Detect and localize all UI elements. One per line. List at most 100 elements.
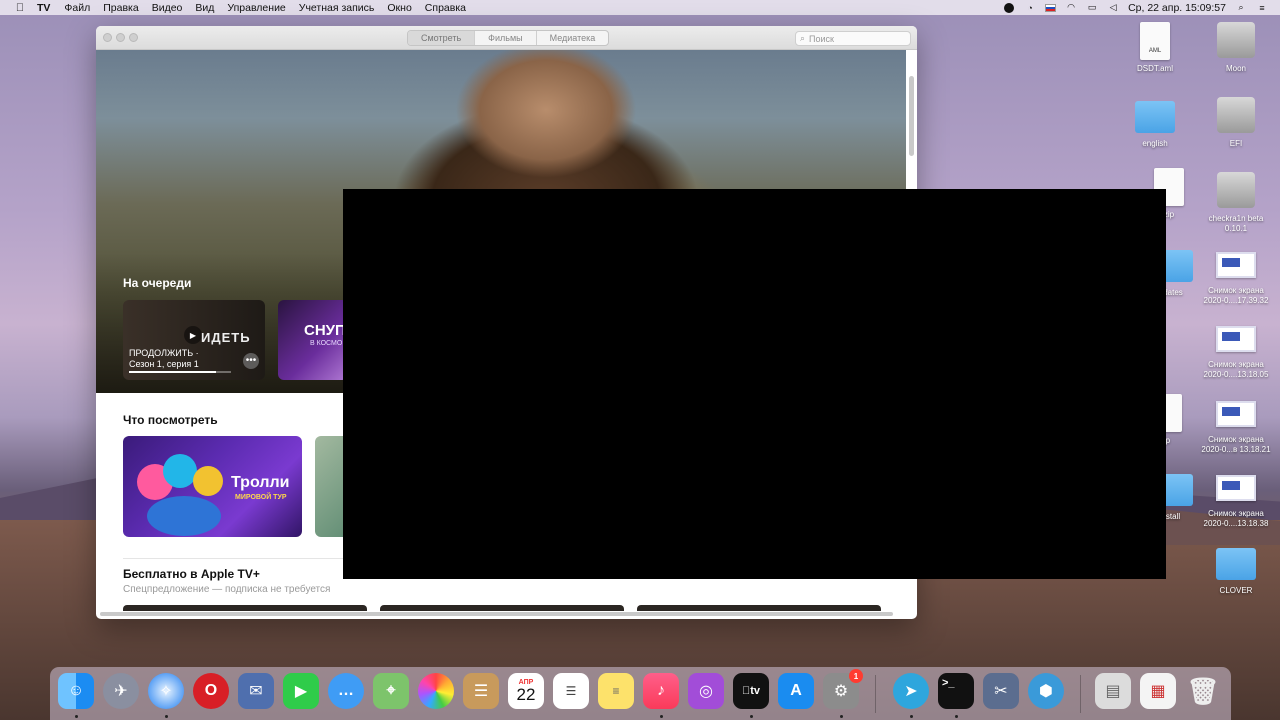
watch-progress-bar: [129, 371, 231, 373]
music-icon[interactable]: ♪: [643, 673, 679, 709]
app-store-icon[interactable]: A: [778, 673, 814, 709]
screenshots-stack-icon[interactable]: ▦: [1140, 673, 1176, 709]
menu-account[interactable]: Учетная запись: [299, 2, 375, 14]
notification-center-icon[interactable]: ≡: [1256, 3, 1268, 13]
up-next-card-2[interactable]: СНУП В КОСМО: [278, 300, 348, 380]
downloads-stack-icon[interactable]: ▤: [1095, 673, 1131, 709]
tab-library[interactable]: Медиатека: [537, 31, 609, 45]
contacts-icon[interactable]: ☰: [463, 673, 499, 709]
desktop-icon-moon[interactable]: Moon: [1199, 20, 1273, 74]
troll-character-art: [193, 466, 223, 496]
search-placeholder: Поиск: [809, 33, 834, 44]
free-card-2[interactable]: [380, 605, 624, 611]
notes-icon[interactable]: ≡: [598, 673, 634, 709]
horizontal-scrollbar[interactable]: [100, 612, 893, 616]
installer-icon[interactable]: ⬢: [1028, 673, 1064, 709]
desktop-icon-clover[interactable]: CLOVER: [1199, 543, 1273, 596]
dock-separator: [875, 675, 876, 713]
podcasts-icon[interactable]: ◎: [688, 673, 724, 709]
card2-title-art: СНУП: [304, 322, 346, 339]
globe-art: [147, 496, 221, 536]
calendar-icon[interactable]: АПР 22: [508, 673, 544, 709]
search-field[interactable]: ⌕ Поиск: [795, 31, 911, 46]
screenshot-thumbnail-icon: [1216, 326, 1256, 352]
terminal-icon[interactable]: >_: [938, 673, 974, 709]
menu-clock[interactable]: Ср, 22 апр. 15:09:57: [1128, 2, 1226, 14]
desktop-icon-screenshot-3[interactable]: Снимок экрана 2020-0...в 13.18.21: [1199, 393, 1273, 455]
menu-file[interactable]: Файл: [64, 2, 90, 14]
search-icon: ⌕: [800, 33, 806, 43]
trash-icon[interactable]: 🗑: [1185, 673, 1221, 709]
free-card-3[interactable]: [637, 605, 881, 611]
wifi-icon[interactable]: ◠: [1065, 2, 1077, 13]
dock: ☺ ✈ ✧ O ✉ ▶ … ⌖ ☰ АПР 22 ☰ ≡ ♪ ◎ tv A ⚙…: [50, 667, 1231, 720]
desktop-icon-dsdt[interactable]: AML DSDT.aml: [1118, 22, 1192, 74]
play-icon[interactable]: ▶: [184, 326, 202, 344]
tab-bar: Смотреть Фильмы Медиатека: [407, 30, 610, 46]
volume-icon[interactable]: ◁: [1107, 2, 1119, 13]
telegram-icon[interactable]: ➤: [893, 673, 929, 709]
launchpad-icon[interactable]: ✈: [103, 673, 139, 709]
dock-separator: [1080, 675, 1081, 713]
desktop-icon-efi[interactable]: EFI: [1199, 95, 1273, 149]
menu-controls[interactable]: Управление: [227, 2, 285, 14]
facetime-icon[interactable]: ▶: [283, 673, 319, 709]
folder-icon: [1135, 101, 1175, 133]
watch-progress-fill: [129, 371, 216, 373]
minimize-window-button[interactable]: [116, 33, 125, 42]
input-source-flag-icon[interactable]: [1045, 3, 1057, 12]
telegram-tray-icon[interactable]: [1003, 2, 1015, 13]
desktop-icon-english[interactable]: english: [1118, 96, 1192, 149]
menu-view[interactable]: Вид: [195, 2, 214, 14]
trolls-card[interactable]: Тролли МИРОВОЙ ТУР: [123, 436, 302, 537]
hard-disk-icon: [1217, 97, 1255, 133]
close-window-button[interactable]: [103, 33, 112, 42]
messages-icon[interactable]: …: [328, 673, 364, 709]
apple-tv-icon[interactable]: tv: [733, 673, 769, 709]
vertical-scrollbar[interactable]: [909, 76, 914, 156]
screenshot-thumbnail-icon: [1216, 401, 1256, 427]
desktop-icon-screenshot-4[interactable]: Снимок экрана 2020-0....13.18.38: [1199, 467, 1273, 529]
mail-stamp-icon[interactable]: ✉: [238, 673, 274, 709]
utilities-tools-icon[interactable]: ✂: [983, 673, 1019, 709]
tab-watch[interactable]: Смотреть: [408, 31, 476, 45]
menu-window[interactable]: Окно: [387, 2, 411, 14]
photos-icon[interactable]: [418, 673, 454, 709]
zoom-window-button[interactable]: [129, 33, 138, 42]
card-continue-label: ПРОДОЛЖИТЬ · Сезон 1, серия 1: [129, 348, 199, 370]
disk-image-icon: [1217, 172, 1255, 208]
free-apple-tv-subtitle: Спецпредложение — подписка не требуется: [123, 584, 331, 595]
tab-movies[interactable]: Фильмы: [475, 31, 537, 45]
trolls-subtitle-art: МИРОВОЙ ТУР: [235, 494, 287, 501]
screenshot-thumbnail-icon: [1216, 252, 1256, 278]
menu-edit[interactable]: Правка: [103, 2, 138, 14]
desktop-icon-checkra1n[interactable]: checkra1n beta 0.10.1: [1199, 170, 1273, 234]
free-card-1[interactable]: [123, 605, 367, 611]
finder-icon[interactable]: ☺: [58, 673, 94, 709]
card2-subtitle-art: В КОСМО: [310, 340, 343, 347]
black-overlay-window[interactable]: [343, 189, 1166, 579]
system-preferences-icon[interactable]: ⚙ 1: [823, 669, 863, 709]
opera-icon[interactable]: O: [193, 673, 229, 709]
gauge-tray-icon[interactable]: ◔: [1024, 3, 1036, 13]
desktop-icon-screenshot-2[interactable]: Снимок экрана 2020-0....13.18.05: [1199, 318, 1273, 380]
more-options-button[interactable]: •••: [243, 353, 259, 369]
continue-text: ПРОДОЛЖИТЬ ·: [129, 348, 199, 358]
spotlight-icon[interactable]: ⌕: [1235, 2, 1247, 13]
what-to-watch-heading: Что посмотреть: [123, 413, 218, 427]
desktop-icon-screenshot-1[interactable]: Снимок экрана 2020-0....17.39.32: [1199, 244, 1273, 306]
hard-disk-icon: [1217, 22, 1255, 58]
notification-badge: 1: [849, 669, 863, 683]
airplay-icon[interactable]: ▭: [1086, 2, 1098, 13]
reminders-icon[interactable]: ☰: [553, 673, 589, 709]
maps-icon[interactable]: ⌖: [373, 673, 409, 709]
episode-text: Сезон 1, серия 1: [129, 359, 199, 369]
status-tray: ◔ ◠ ▭ ◁ Ср, 22 апр. 15:09:57 ⌕ ≡: [1003, 2, 1268, 14]
safari-icon[interactable]: ✧: [148, 673, 184, 709]
app-menu[interactable]: TV: [37, 2, 50, 14]
up-next-card[interactable]: ▶ ИДЕТЬ ПРОДОЛЖИТЬ · Сезон 1, серия 1 ••…: [123, 300, 265, 380]
apple-menu-icon[interactable]: : [13, 2, 27, 14]
menu-help[interactable]: Справка: [425, 2, 466, 14]
card-title-art: ИДЕТЬ: [201, 330, 251, 345]
menu-video[interactable]: Видео: [152, 2, 183, 14]
